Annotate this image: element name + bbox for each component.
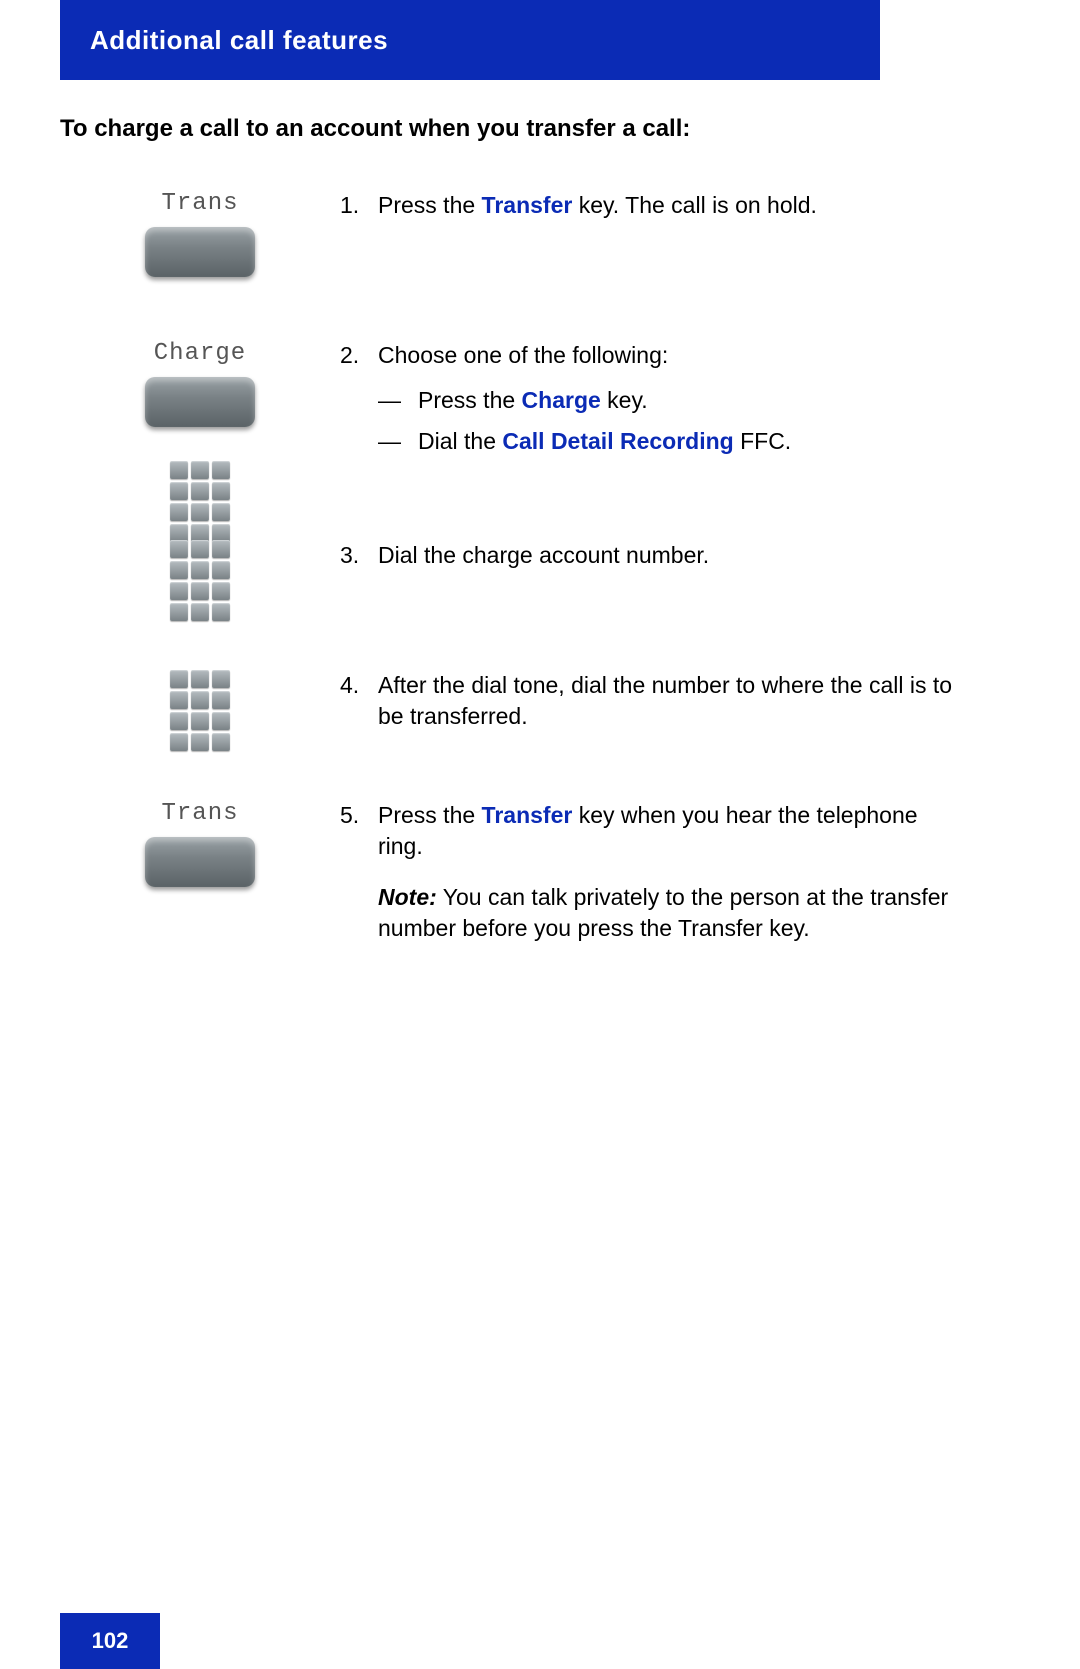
softkey-label-trans: Trans	[161, 800, 238, 827]
step-number: 1.	[340, 190, 378, 221]
softkey-button-icon	[145, 227, 255, 277]
keypad-icon	[170, 540, 230, 621]
step-2-text: 2. Choose one of the following: — Press …	[340, 340, 960, 457]
text-post: key. The call is on hold.	[572, 192, 817, 218]
step-5-text: 5. Press the Transfer key when you hear …	[340, 800, 960, 944]
sub-item-b: — Dial the Call Detail Recording FFC.	[378, 426, 960, 457]
highlight-charge: Charge	[522, 387, 601, 413]
step-body: Press the Transfer key when you hear the…	[378, 800, 960, 944]
page-title: Additional call features	[90, 25, 388, 56]
step-1-text: 1. Press the Transfer key. The call is o…	[340, 190, 960, 221]
keypad-icon	[170, 670, 230, 751]
section-title: To charge a call to an account when you …	[60, 115, 690, 143]
text-pre: Press the	[418, 387, 522, 413]
highlight-cdr: Call Detail Recording	[502, 428, 733, 454]
page-number-badge: 102	[60, 1613, 160, 1669]
softkey-label-charge: Charge	[154, 340, 246, 367]
text-post: FFC.	[734, 428, 792, 454]
intro-text: Choose one of the following:	[378, 342, 668, 368]
step-4-icons	[60, 670, 340, 751]
text-pre: Dial the	[418, 428, 502, 454]
step-body: Press the Transfer key. The call is on h…	[378, 190, 960, 221]
note-text: You can talk privately to the person at …	[378, 884, 948, 941]
step-3-icons	[60, 540, 340, 621]
text-pre: Press the	[378, 192, 482, 218]
note-label: Note:	[378, 884, 437, 910]
step-1: Trans 1. Press the Transfer key. The cal…	[60, 190, 960, 277]
step-3: 3. Dial the charge account number.	[60, 540, 960, 621]
highlight-transfer: Transfer	[482, 802, 573, 828]
page-number: 102	[92, 1628, 129, 1654]
text-post: key.	[601, 387, 648, 413]
step-number: 4.	[340, 670, 378, 732]
step-body: Choose one of the following: — Press the…	[378, 340, 960, 457]
step-body: After the dial tone, dial the number to …	[378, 670, 960, 732]
step-5-icons: Trans	[60, 800, 340, 887]
note-block: Note: You can talk privately to the pers…	[378, 882, 960, 944]
step-body: Dial the charge account number.	[378, 540, 960, 571]
step-3-text: 3. Dial the charge account number.	[340, 540, 960, 571]
text-pre: Press the	[378, 802, 482, 828]
step-2-icons: Charge	[60, 340, 340, 542]
sub-item-a: — Press the Charge key.	[378, 385, 960, 416]
step-number: 2.	[340, 340, 378, 457]
softkey-label-trans: Trans	[161, 190, 238, 217]
page-header: Additional call features	[60, 0, 880, 80]
softkey-button-icon	[145, 377, 255, 427]
step-4: 4. After the dial tone, dial the number …	[60, 670, 960, 751]
step-5: Trans 5. Press the Transfer key when you…	[60, 800, 960, 944]
highlight-transfer: Transfer	[482, 192, 573, 218]
step-4-text: 4. After the dial tone, dial the number …	[340, 670, 960, 732]
dash-icon: —	[378, 426, 418, 457]
step-1-icons: Trans	[60, 190, 340, 277]
softkey-button-icon	[145, 837, 255, 887]
step-2: Charge 2. Choose one of the following: —…	[60, 340, 960, 542]
step-number: 5.	[340, 800, 378, 944]
step-number: 3.	[340, 540, 378, 571]
dash-icon: —	[378, 385, 418, 416]
keypad-icon	[170, 461, 230, 542]
